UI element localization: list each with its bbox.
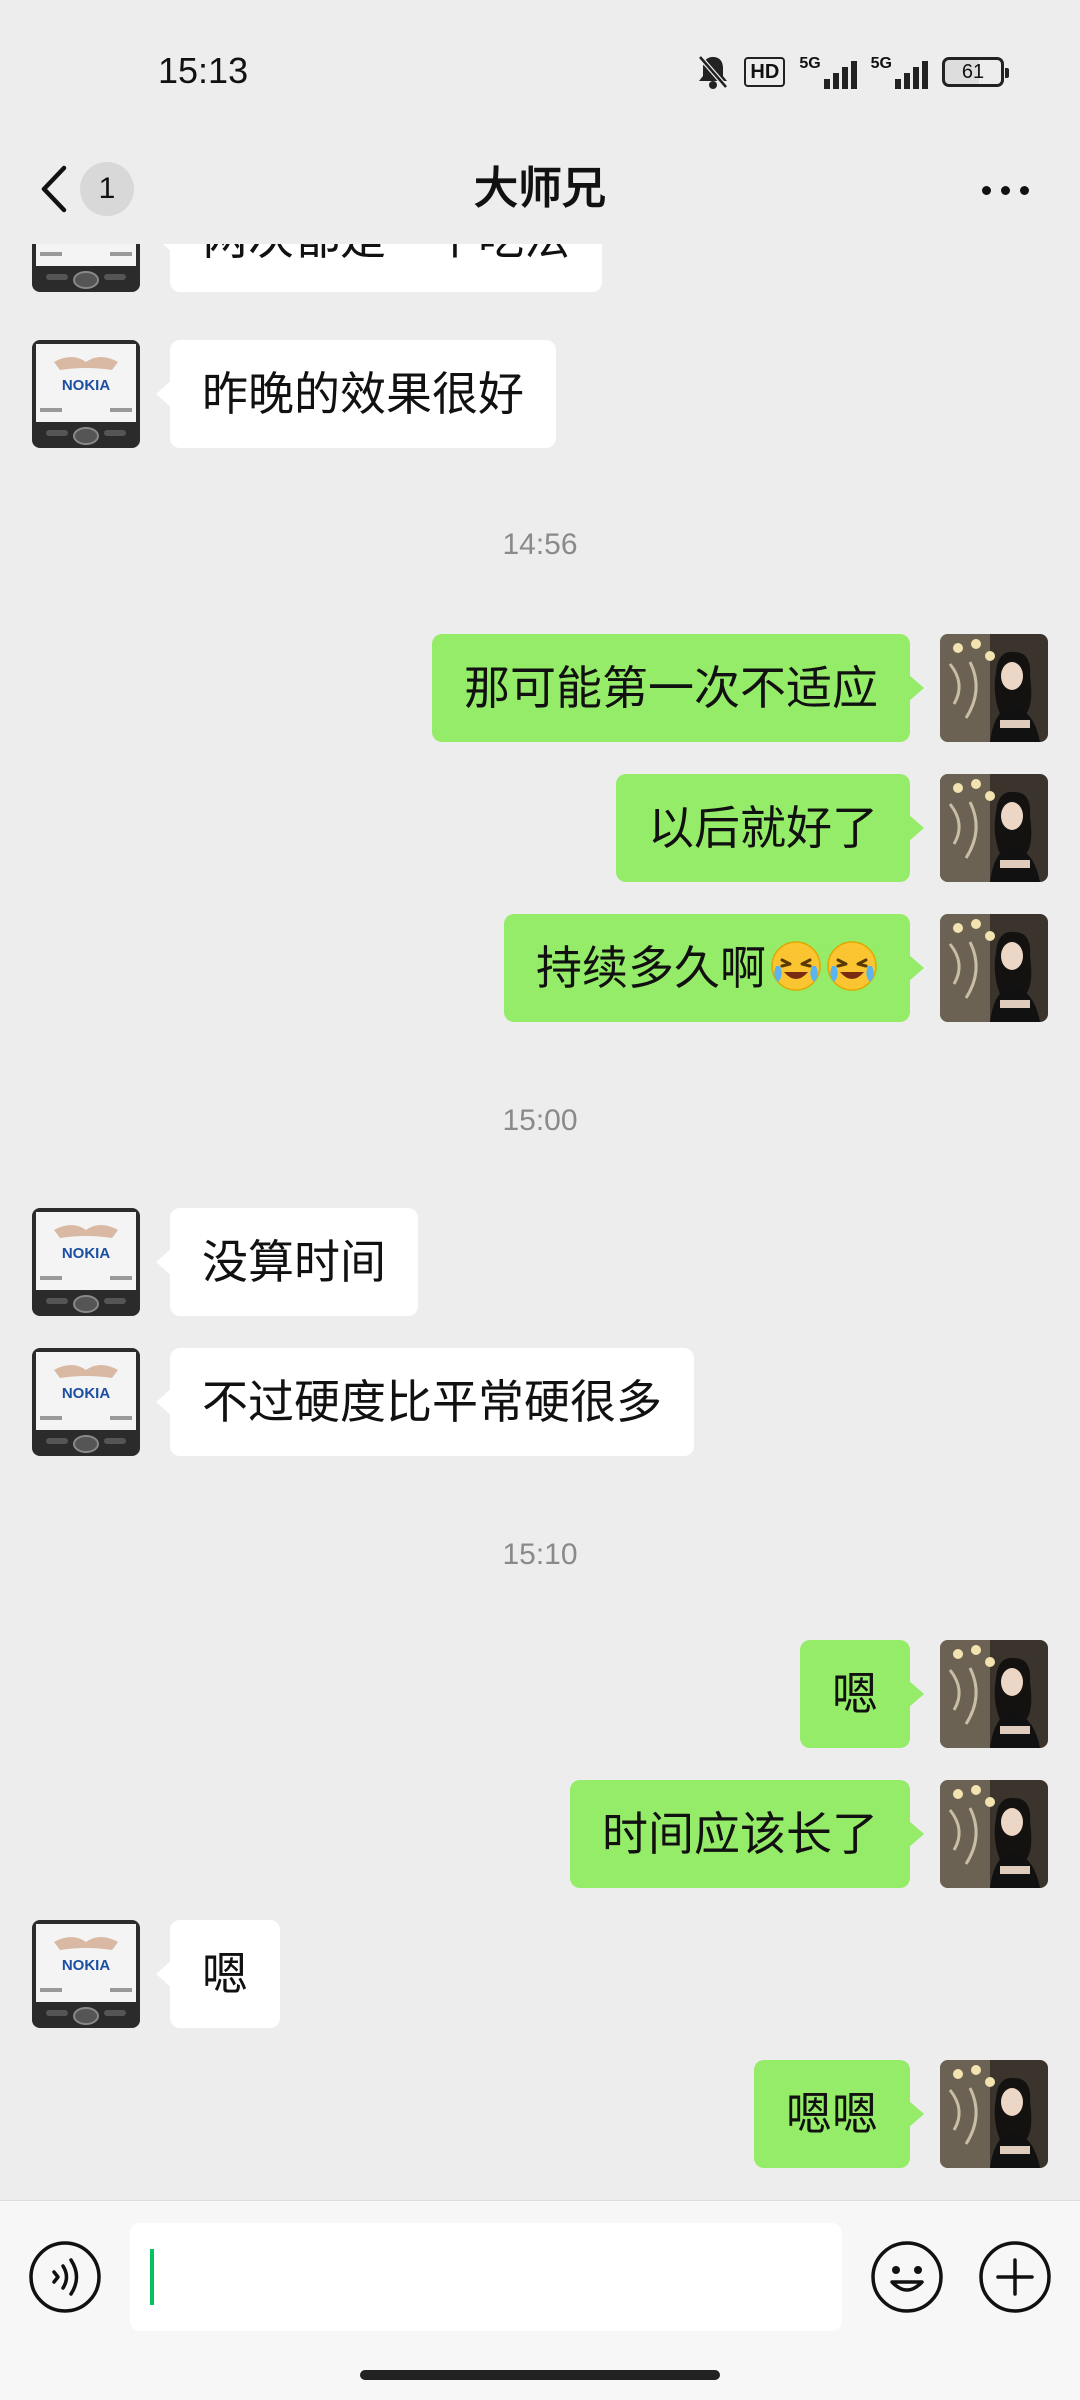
more-dot-icon [1000,185,1010,195]
message-bubble[interactable]: 两次都是一个吃法 [156,244,602,292]
message-bubble[interactable]: 那可能第一次不适应 [432,634,924,742]
contact-avatar[interactable]: NOKIA [32,340,140,448]
emoji-icon[interactable] [870,2240,944,2314]
message-text: 嗯嗯 [786,2087,878,2141]
more-dot-icon [1019,185,1029,195]
status-time: 15:13 [158,50,249,91]
nokia-logo-text: NOKIA [62,377,111,394]
nokia-phone-image: NOKIA [32,1920,140,2028]
message-bubble[interactable]: 嗯嗯 [754,2060,924,2168]
message-bubble[interactable]: 嗯 [800,1640,924,1748]
my-avatar[interactable] [940,774,1048,882]
contact-avatar[interactable]: NOKIA [32,1920,140,2028]
nokia-logo-text: NOKIA [62,1957,111,1974]
outgoing-message: 那可能第一次不适应 [0,634,1080,742]
outgoing-message: 嗯嗯 [0,2060,1080,2168]
outgoing-message: 以后就好了 [0,774,1080,882]
message-bubble[interactable]: 没算时间 [156,1208,418,1316]
message-bubble[interactable]: 不过硬度比平常硬很多 [156,1348,694,1456]
portrait-photo [940,2060,1048,2168]
message-text: 持续多久啊 [536,941,766,995]
mute-bell-icon [698,55,729,89]
nokia-logo-text: NOKIA [62,1385,111,1402]
portrait-photo [940,774,1048,882]
text-caret [150,2249,154,2305]
message-text: 不过硬度比平常硬很多 [202,1375,662,1429]
battery-level: 61 [961,60,985,83]
plus-icon[interactable] [978,2240,1052,2314]
timestamp-separator: 15:00 [502,1104,578,1137]
status-bar: 15:13 HD 5G 5G 61 [0,0,1080,140]
incoming-message: NOKIA 昨晚的效果很好 [0,340,1080,448]
message-input[interactable] [130,2223,842,2331]
nokia-logo-text: NOKIA [62,1245,111,1262]
message-text: 昨晚的效果很好 [202,367,524,421]
nokia-phone-image: NOKIA [32,244,140,292]
signal-icon-2: 5G [871,55,928,89]
nav-bar: 1 大师兄 [0,140,1080,244]
incoming-message: NOKIA 两次都是一个吃法 [0,244,1080,292]
my-avatar[interactable] [940,1780,1048,1888]
incoming-message: NOKIA 不过硬度比平常硬很多 [0,1348,1080,1456]
timestamp-separator: 14:56 [502,528,578,561]
portrait-photo [940,1640,1048,1748]
message-bubble[interactable]: 昨晚的效果很好 [156,340,556,448]
signal-icon-1: 5G [799,55,857,89]
battery-icon: 61 [942,57,1009,87]
message-text: 时间应该长了 [602,1807,878,1861]
portrait-photo [940,634,1048,742]
more-dot-icon [981,185,991,195]
laughing-crying-emoji [827,941,877,991]
message-text: 嗯 [202,1947,248,2001]
timestamp-separator: 15:10 [502,1538,578,1571]
chat-title: 大师兄 [474,163,606,214]
status-icons: HD 5G 5G 61 [696,54,1009,90]
message-text: 没算时间 [202,1235,386,1289]
chat-messages[interactable]: NOKIA 两次都是一个吃法 NOKIA 昨晚的效果很好 14:56 那可能第一次不适应以… [0,244,1080,2200]
hd-icon: HD [744,57,786,87]
nokia-phone-image: NOKIA [32,340,140,448]
contact-avatar[interactable]: NOKIA [32,244,140,292]
outgoing-message: 嗯 [0,1640,1080,1748]
nokia-phone-image: NOKIA [32,1348,140,1456]
nokia-phone-image: NOKIA [32,1208,140,1316]
voice-input-icon[interactable] [28,2240,102,2314]
my-avatar[interactable] [940,914,1048,1022]
outgoing-message: 持续多久啊 [0,914,1080,1022]
more-options-button[interactable] [970,168,1040,212]
home-indicator[interactable] [360,2370,720,2380]
portrait-photo [940,1780,1048,1888]
message-bubble[interactable]: 时间应该长了 [570,1780,924,1888]
message-text: 两次都是一个吃法 [202,244,570,265]
message-text: 嗯 [832,1667,878,1721]
message-text: 以后就好了 [648,801,878,855]
my-avatar[interactable] [940,634,1048,742]
contact-avatar[interactable]: NOKIA [32,1348,140,1456]
message-bubble[interactable]: 持续多久啊 [504,914,924,1022]
my-avatar[interactable] [940,1640,1048,1748]
message-text: 那可能第一次不适应 [464,661,878,715]
outgoing-message: 时间应该长了 [0,1780,1080,1888]
contact-avatar[interactable]: NOKIA [32,1208,140,1316]
my-avatar[interactable] [940,2060,1048,2168]
incoming-message: NOKIA 没算时间 [0,1208,1080,1316]
message-bubble[interactable]: 以后就好了 [616,774,924,882]
message-bubble[interactable]: 嗯 [156,1920,280,2028]
laughing-crying-emoji [771,941,821,991]
portrait-photo [940,914,1048,1022]
incoming-message: NOKIA 嗯 [0,1920,1080,2028]
